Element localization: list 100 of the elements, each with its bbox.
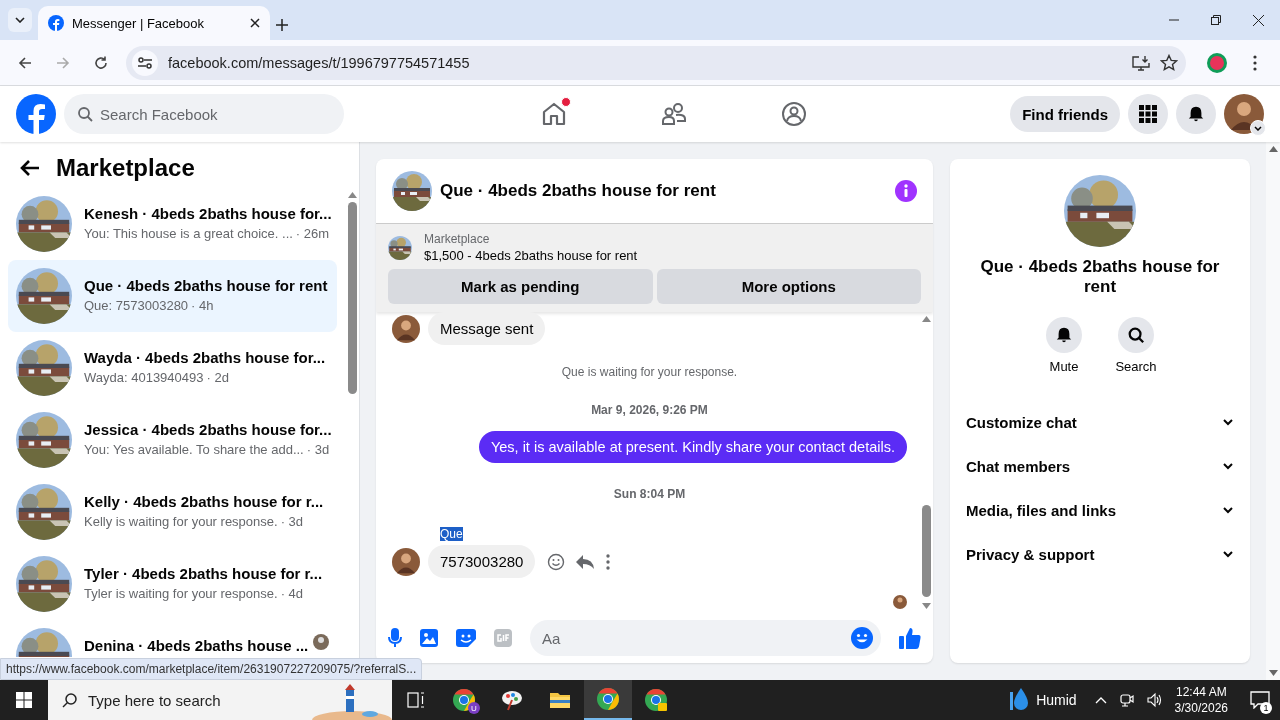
more-icon[interactable] [605,552,612,571]
image-icon[interactable] [420,629,438,647]
back-icon[interactable] [18,55,32,70]
chevron-down-icon [15,17,25,23]
meet-now-icon[interactable] [1118,692,1135,708]
site-settings-icon[interactable] [137,55,153,70]
chat-title: Que · 4beds 2baths house for rent [440,181,717,201]
sticker-icon[interactable] [456,629,476,647]
notification-icon[interactable] [1250,691,1270,709]
search-button[interactable]: Search [1112,317,1160,374]
mute-button[interactable]: Mute [1040,317,1088,374]
address-bar[interactable]: facebook.com/messages/t/1996797754571455 [126,45,1186,80]
conversation-name: Kelly · 4beds 2baths house for r... [84,493,324,510]
find-friends-button[interactable]: Find friends [1010,96,1120,132]
section-header[interactable]: Media, files and links [966,488,1234,532]
install-icon[interactable] [1132,54,1150,71]
chrome-icon [596,687,620,711]
bell-icon [1055,326,1073,344]
conversation-item[interactable]: Tyler · 4beds 2baths house for r... Tyler is waiting for your response. · 4d [8,548,337,620]
listing-action-button[interactable]: Mark as pending [388,269,653,304]
caret-button[interactable] [1250,120,1266,136]
search-field[interactable]: Search Facebook [64,94,344,134]
volume-icon[interactable] [1146,692,1163,708]
listing-label: Marketplace [424,232,491,246]
thumbs-up-icon[interactable] [899,627,921,649]
info-icon[interactable] [895,180,917,202]
scroll-up-icon[interactable] [1268,146,1278,152]
browser-tab[interactable]: Messenger | Facebook [38,6,270,40]
scroll-up-icon[interactable] [347,192,357,198]
home-icon [541,101,567,127]
conversation-item[interactable]: Kelly · 4beds 2baths house for r... Kelly is waiting for your response. · 3d [8,476,337,548]
back-icon[interactable] [20,159,40,177]
scrollbar-thumb[interactable] [921,505,931,597]
taskbar-search-box[interactable]: Type here to search [48,680,392,720]
microphone-icon[interactable] [388,628,402,648]
listing-title: $1,500 - 4beds 2baths house for rent [424,248,638,263]
menu-icon[interactable] [1253,54,1257,71]
message-preview: Kelly is waiting for your response. [84,514,278,529]
caret-icon [1254,125,1262,131]
message-time: · 2d [206,370,229,385]
message-time: · 26m [295,226,330,241]
grid-icon [1139,105,1157,123]
conversation-name: Jessica · 4beds 2baths house for... [84,421,329,438]
scroll-down-icon[interactable] [921,603,931,609]
chevron-up-icon[interactable] [1094,696,1107,704]
avatar [392,547,420,576]
chat-title: Que · 4beds 2baths house for rent [979,257,1221,297]
tab-list-button[interactable] [8,8,32,32]
water-drop-icon[interactable] [1010,688,1029,712]
message-time: · 4h [191,298,214,313]
chevron-icon [1222,506,1234,514]
star-icon[interactable] [1160,53,1178,72]
chrome-icon [644,688,668,712]
message-input[interactable]: Aa [530,620,881,656]
menu-button[interactable] [1128,94,1168,134]
message-bubble: Yes, it is available at present. Kindly share your contact details. [478,431,907,463]
listing-action-button[interactable]: More options [656,269,921,304]
search-icon [1127,326,1145,344]
emoji-icon[interactable] [547,552,566,571]
conversation-name: Wayda · 4beds 2baths house for... [84,349,326,366]
conversation-name: Que · 4beds 2baths house for rent [84,277,328,294]
chevron-icon [1222,462,1234,470]
scrollbar-thumb[interactable] [347,202,357,394]
emoji-icon[interactable] [851,627,873,649]
notifications-button[interactable] [1176,94,1216,134]
groups-icon [781,101,807,127]
task-view-icon[interactable] [407,692,425,708]
reload-icon[interactable] [94,55,108,70]
weather-label[interactable]: Humid [1036,692,1077,708]
taskbar-search-field[interactable]: Type here to search [88,680,302,720]
conversation-item[interactable]: Kenesh · 4beds 2baths house for... You: This house is a great choice. ... · 26m [8,188,337,260]
avatar [1224,94,1264,134]
avatar [392,314,420,343]
scroll-up-icon[interactable] [921,316,931,322]
chevron-icon [1222,550,1234,558]
notification-count: 1 [1260,702,1272,714]
taskbar-app[interactable] [584,680,632,720]
search-icon [77,106,93,122]
facebook-logo[interactable] [16,94,56,134]
new-tab-icon[interactable] [276,19,288,31]
message-bubble: Message sent [428,312,546,345]
section-header[interactable]: Customize chat [966,400,1234,444]
section-header[interactable]: Privacy & support [966,532,1234,576]
conversation-item[interactable]: Jessica · 4beds 2baths house for... You: Yes available. To share the add... · 3d [8,404,337,476]
message-time: · 3d [280,514,304,529]
close-icon[interactable] [250,18,260,28]
palette-icon [500,688,524,712]
section-header[interactable]: Chat members [966,444,1234,488]
conversation-item[interactable]: Que · 4beds 2baths house for rent Que: 7573003280 · 4h [8,260,337,332]
notice-text: Que is waiting for your response. [561,365,738,379]
conversation-item[interactable]: Wayda · 4beds 2baths house for... Wayda: 4013940493 · 2d [8,332,337,404]
message-preview: You: Yes available. To share the add... [84,442,304,457]
restore-icon[interactable] [1211,15,1221,25]
scroll-down-icon[interactable] [1268,670,1278,676]
taskbar-app[interactable]: U [440,680,488,720]
windows-icon[interactable] [16,692,32,708]
read-receipt-avatar [893,595,907,609]
clock[interactable]: 12:44 AM 3/30/2026 [1174,684,1228,716]
close-icon[interactable] [1253,14,1264,26]
profile-icon[interactable] [1207,52,1227,73]
